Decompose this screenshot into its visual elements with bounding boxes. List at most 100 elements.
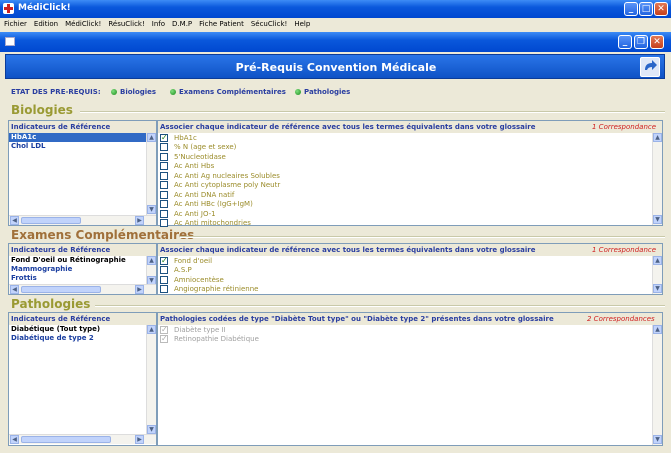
panel-header: Indicateurs de Référence [9,244,156,256]
checkbox[interactable] [160,285,168,294]
menu-bar: Fichier Edition MédiClick! RésuClick! In… [0,18,671,31]
close-icon[interactable]: ✕ [654,2,668,16]
section-title-biologies: Biologies [11,103,73,117]
scroll-thumb[interactable] [21,436,111,443]
menu-edition[interactable]: Edition [30,18,61,31]
vertical-scrollbar[interactable]: ▲ ▼ [652,133,662,225]
exit-button[interactable] [640,57,660,77]
checkbox[interactable] [160,266,168,275]
scroll-down-icon[interactable]: ▼ [653,284,662,293]
scroll-left-icon[interactable]: ◀ [10,435,19,444]
indicator-item[interactable]: HbA1c [9,133,156,142]
status-ok-icon [170,89,176,95]
vertical-scrollbar[interactable]: ▲ ▼ [652,325,662,445]
menu-mediclick[interactable]: MédiClick! [61,18,104,31]
scroll-up-icon[interactable]: ▲ [147,256,156,265]
checkbox[interactable] [160,209,168,218]
panel-header: Indicateurs de Référence [9,121,156,133]
menu-fichier[interactable]: Fichier [0,18,30,31]
inner-minimize-icon[interactable]: _ [618,35,632,49]
term-row[interactable]: Ac Anti Hbs [158,162,648,172]
term-row[interactable]: Ac Anti mitochondries [158,219,648,229]
scroll-up-icon[interactable]: ▲ [653,256,662,265]
correspondance-count: 2 Correspondances [587,315,655,323]
scroll-up-icon[interactable]: ▲ [653,325,662,334]
app-cross-icon [3,3,14,14]
indicator-item[interactable]: Diabétique (Tout type) [9,325,156,334]
scroll-right-icon[interactable]: ▶ [135,216,144,225]
correspondance-count: 1 Correspondance [592,123,657,131]
term-row[interactable]: Ac Anti cytoplasme poly Neutr [158,181,648,191]
term-row[interactable]: Amniocentèse [158,275,648,285]
checkbox[interactable] [160,152,168,161]
scroll-thumb[interactable] [21,286,101,293]
term-row[interactable]: Angiographie rétinienne [158,285,648,295]
page-header: Pré-Requis Convention Médicale [5,54,665,79]
menu-resuclick[interactable]: RésuClick! [104,18,147,31]
scroll-right-icon[interactable]: ▶ [135,285,144,294]
checkbox[interactable] [160,190,168,199]
term-row[interactable]: Fond d'oeil [158,256,648,266]
title-bar: MédiClick! _ □ ✕ [0,0,671,18]
scroll-down-icon[interactable]: ▼ [653,435,662,444]
menu-dmp[interactable]: D.M.P [168,18,195,31]
indicator-item[interactable]: Frottis [9,274,156,283]
menu-info[interactable]: Info [148,18,168,31]
scroll-left-icon[interactable]: ◀ [10,285,19,294]
horizontal-scrollbar[interactable]: ◀ ▶ [9,434,156,444]
maximize-icon[interactable]: □ [639,2,653,16]
scroll-down-icon[interactable]: ▼ [653,215,662,224]
checkbox[interactable] [160,171,168,180]
inner-restore-icon[interactable]: ❐ [634,35,648,49]
scroll-up-icon[interactable]: ▲ [653,133,662,142]
status-examens: Examens Complémentaires [179,88,286,96]
section-divider [180,236,665,238]
menu-fiche-patient[interactable]: Fiche Patient [195,18,247,31]
status-ok-icon [111,89,117,95]
checkbox[interactable] [160,162,168,171]
term-row[interactable]: 5'Nucleotidase [158,152,648,162]
checkbox[interactable] [160,256,168,265]
vertical-scrollbar[interactable]: ▲ ▼ [146,256,156,285]
vertical-scrollbar[interactable]: ▲ ▼ [652,256,662,294]
scroll-up-icon[interactable]: ▲ [147,325,156,334]
checkbox[interactable] [160,143,168,152]
checkbox[interactable] [160,200,168,209]
scroll-down-icon[interactable]: ▼ [147,425,156,434]
scroll-right-icon[interactable]: ▶ [135,435,144,444]
horizontal-scrollbar[interactable]: ◀ ▶ [9,284,156,294]
vertical-scrollbar[interactable]: ▲ ▼ [146,133,156,215]
term-row[interactable]: Ac Anti JO-1 [158,209,648,219]
scroll-up-icon[interactable]: ▲ [147,133,156,142]
status-biologies: Biologies [120,88,157,96]
scroll-thumb[interactable] [21,217,81,224]
document-icon [5,37,15,46]
checkbox[interactable] [160,133,168,142]
term-row[interactable]: HbA1c [158,133,648,143]
inner-close-icon[interactable]: ✕ [650,35,664,49]
checkbox[interactable] [160,219,168,228]
term-row[interactable]: A.S.P [158,266,648,276]
checkbox[interactable] [160,275,168,284]
term-row[interactable]: Ac Anti HBc (IgG+IgM) [158,200,648,210]
scroll-down-icon[interactable]: ▼ [147,205,156,214]
indicator-item[interactable]: Fond D'oeil ou Rétinographie [9,256,156,265]
term-row[interactable]: Ac Anti DNA natif [158,190,648,200]
status-pathologies: Pathologies [304,88,351,96]
correspondance-count: 1 Correspondance [592,246,657,254]
horizontal-scrollbar[interactable]: ◀ ▶ [9,215,156,225]
panel-header: Indicateurs de Référence [9,313,156,325]
menu-secuclick[interactable]: SécuClick! [247,18,291,31]
indicator-item[interactable]: Chol LDL [9,142,156,151]
minimize-icon[interactable]: _ [624,2,638,16]
vertical-scrollbar[interactable]: ▲ ▼ [146,325,156,435]
panel-header: Associer chaque indicateur de référence … [158,121,662,133]
status-ok-icon [295,89,301,95]
term-row[interactable]: % N (age et sexe) [158,143,648,153]
indicator-item[interactable]: Diabétique de type 2 [9,334,156,343]
indicator-item[interactable]: Mammographie [9,265,156,274]
term-row[interactable]: Ac Anti Ag nucleaires Solubles [158,171,648,181]
menu-help[interactable]: Help [290,18,313,31]
checkbox[interactable] [160,181,168,190]
scroll-left-icon[interactable]: ◀ [10,216,19,225]
